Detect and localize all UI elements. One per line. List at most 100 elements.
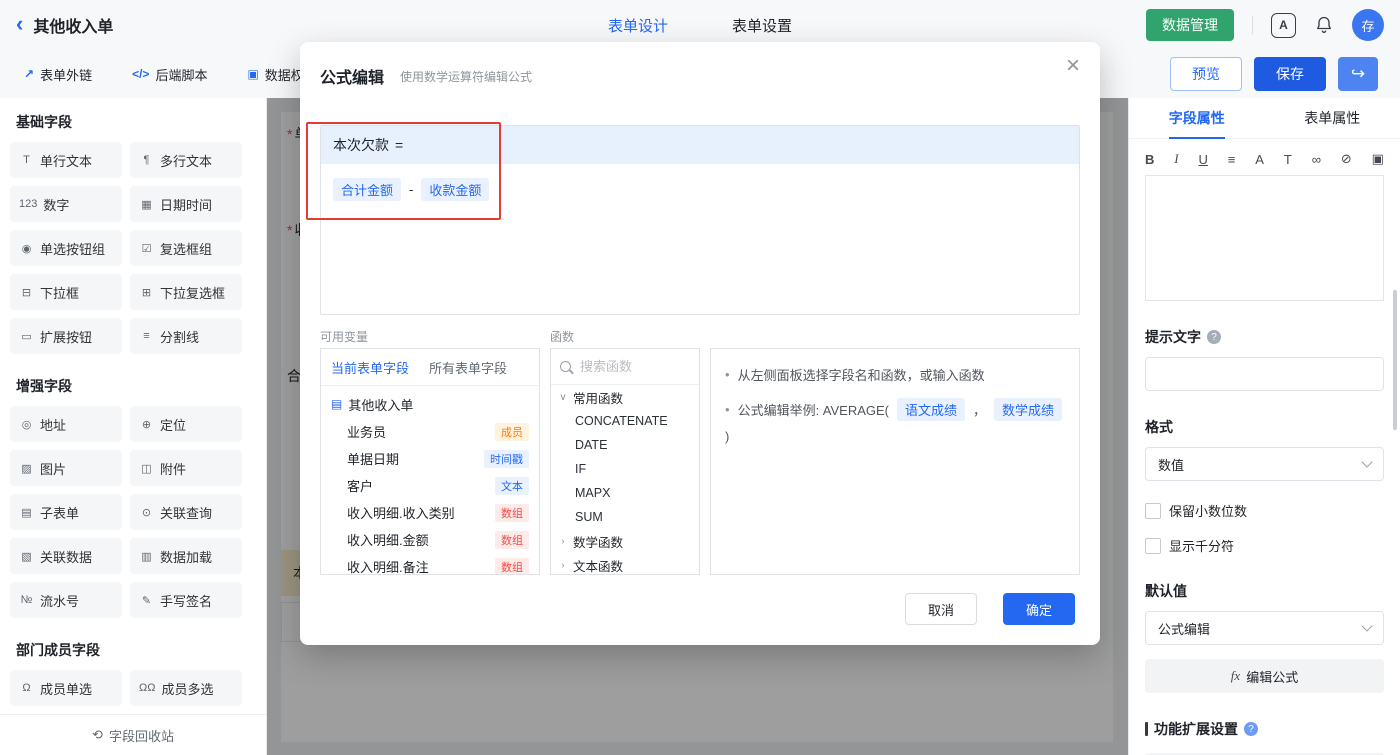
field-item-extend-button[interactable]: ▭ 扩展按钮 xyxy=(10,318,122,354)
variable-name: 业务员 xyxy=(347,425,387,440)
function-search-input[interactable] xyxy=(578,358,682,375)
data-permission-button[interactable]: ▣ 数据权 xyxy=(247,65,303,84)
variable-row[interactable]: 收入明细.收入类别 数组 xyxy=(321,499,539,526)
function-item[interactable]: DATE xyxy=(551,433,699,457)
field-item-relation-query[interactable]: ⊙ 关联查询 xyxy=(130,494,242,530)
field-item-data-load[interactable]: ▥ 数据加载 xyxy=(130,538,242,574)
tab-form-properties[interactable]: 表单属性 xyxy=(1265,98,1400,138)
data-manage-button[interactable]: 数据管理 xyxy=(1146,9,1234,41)
type-tag: 数组 xyxy=(495,503,529,522)
field-item-subform[interactable]: ▤ 子表单 xyxy=(10,494,122,530)
search-icon xyxy=(560,361,571,372)
font-color-icon[interactable]: A xyxy=(1255,152,1264,167)
font-size-icon[interactable]: T xyxy=(1284,152,1292,167)
function-item[interactable]: IF xyxy=(551,457,699,481)
variable-row[interactable]: 客户 文本 xyxy=(321,472,539,499)
richtext-toolbar: B I U ≡ A T ∞ ⊘ ▣ xyxy=(1145,151,1384,167)
field-item-attachment[interactable]: ◫ 附件 xyxy=(130,450,242,486)
field-item-radio-group[interactable]: ◉ 单选按钮组 xyxy=(10,230,122,266)
bold-icon[interactable]: B xyxy=(1145,152,1154,167)
app-root: ‹ 其他收入单 表单设计 表单设置 数据管理 A 存 ↗ 表单外链 </> 后端… xyxy=(0,0,1400,755)
variable-row[interactable]: 业务员 成员 xyxy=(321,418,539,445)
function-item[interactable]: MAPX xyxy=(551,481,699,505)
thousand-checkbox[interactable] xyxy=(1145,537,1161,554)
unlink-icon[interactable]: ⊘ xyxy=(1341,151,1352,167)
tab-form-design[interactable]: 表单设计 xyxy=(608,15,668,36)
field-item-divider[interactable]: ≡ 分割线 xyxy=(130,318,242,354)
tab-all-form-fields[interactable]: 所有表单字段 xyxy=(419,349,517,385)
help-icon[interactable]: ? xyxy=(1207,330,1221,344)
serial-number-icon: № xyxy=(20,594,33,606)
function-item[interactable]: CONCATENATE xyxy=(551,409,699,433)
field-item-checkbox-group[interactable]: ☑ 复选框组 xyxy=(130,230,242,266)
default-value-select[interactable]: 公式编辑 xyxy=(1145,611,1384,645)
function-item[interactable]: SUM xyxy=(551,505,699,529)
variable-row[interactable]: 收入明细.备注 数组 xyxy=(321,553,539,574)
bell-icon[interactable] xyxy=(1314,15,1334,35)
field-label: 分割线 xyxy=(160,329,200,345)
field-palette-sidebar: 基础字段 T 单行文本 ¶ 多行文本 123 数字 ▦ 日期时间 ◉ 单选按钮组 ☑ 复选框… xyxy=(0,98,267,755)
divider xyxy=(1252,16,1253,34)
hint-text-input[interactable] xyxy=(1145,357,1384,391)
external-link-button[interactable]: ↗ 表单外链 xyxy=(24,65,92,84)
field-item-signature[interactable]: ✎ 手写签名 xyxy=(130,582,242,618)
thousand-checkbox-row: 显示千分符 xyxy=(1145,536,1384,555)
field-item-serial-number[interactable]: № 流水号 xyxy=(10,582,122,618)
field-item-dropdown[interactable]: ⊟ 下拉框 xyxy=(10,274,122,310)
field-item-multi-dropdown[interactable]: ⊞ 下拉复选框 xyxy=(130,274,242,310)
tab-form-settings[interactable]: 表单设置 xyxy=(732,15,792,36)
attachment-icon: ◫ xyxy=(141,462,152,475)
function-group-common[interactable]: ∨ 常用函数 xyxy=(551,385,699,409)
panel-scrollbar[interactable] xyxy=(1393,290,1397,430)
variable-row[interactable]: 收入明细.金额 数组 xyxy=(321,526,539,553)
function-group-text[interactable]: › 文本函数 xyxy=(551,553,699,574)
language-icon[interactable]: A xyxy=(1271,12,1296,38)
formula-editor[interactable]: 本次欠款 = 合计金额 - 收款金额 xyxy=(320,125,1080,315)
field-item-image[interactable]: ▨ 图片 xyxy=(10,450,122,486)
field-item-relation-data[interactable]: ▧ 关联数据 xyxy=(10,538,122,574)
decimal-checkbox-label: 保留小数位数 xyxy=(1169,504,1248,519)
variable-name: 客户 xyxy=(347,479,374,494)
field-item-number[interactable]: 123 数字 xyxy=(10,186,122,222)
backend-script-button[interactable]: </> 后端脚本 xyxy=(132,65,207,84)
variables-tree-root[interactable]: ▤ 其他收入单 xyxy=(321,390,539,418)
share-button[interactable]: ↪ xyxy=(1338,57,1378,91)
functions-label: 函数 xyxy=(550,330,575,344)
formula-target: 本次欠款 xyxy=(333,137,389,153)
decimal-checkbox[interactable] xyxy=(1145,502,1161,519)
formula-operator: - xyxy=(409,182,414,197)
tab-field-properties[interactable]: 字段属性 xyxy=(1129,98,1265,138)
tab-current-form-fields[interactable]: 当前表单字段 xyxy=(321,349,419,385)
field-item-member-single[interactable]: Ω 成员单选 xyxy=(10,670,122,706)
help-icon[interactable]: ? xyxy=(1244,722,1258,736)
formula-field-chip[interactable]: 合计金额 xyxy=(333,178,402,201)
link-icon[interactable]: ∞ xyxy=(1312,152,1321,167)
underline-icon[interactable]: U xyxy=(1199,152,1208,167)
function-group-math[interactable]: › 数学函数 xyxy=(551,529,699,553)
field-item-multi-line-text[interactable]: ¶ 多行文本 xyxy=(130,142,242,178)
checkbox-icon: ☑ xyxy=(141,242,152,255)
cancel-button[interactable]: 取消 xyxy=(905,593,977,625)
field-item-address[interactable]: ◎ 地址 xyxy=(10,406,122,442)
preview-button[interactable]: 预览 xyxy=(1170,57,1242,91)
format-select[interactable]: 数值 xyxy=(1145,447,1384,481)
field-recycle-bin[interactable]: ⟲ 字段回收站 xyxy=(0,714,266,755)
field-item-single-line-text[interactable]: T 单行文本 xyxy=(10,142,122,178)
field-item-location[interactable]: ⊕ 定位 xyxy=(130,406,242,442)
confirm-button[interactable]: 确定 xyxy=(1003,593,1075,625)
back-icon[interactable]: ‹ xyxy=(16,12,23,35)
align-icon[interactable]: ≡ xyxy=(1228,152,1236,167)
field-title-editor[interactable] xyxy=(1145,175,1384,301)
field-label: 成员单选 xyxy=(40,681,93,697)
formula-field-chip[interactable]: 收款金额 xyxy=(421,178,490,201)
edit-formula-button[interactable]: fx 编辑公式 xyxy=(1145,659,1384,693)
field-item-datetime[interactable]: ▦ 日期时间 xyxy=(130,186,242,222)
avatar[interactable]: 存 xyxy=(1352,9,1384,41)
save-button[interactable]: 保存 xyxy=(1254,57,1326,91)
field-item-member-multi[interactable]: ΩΩ 成员多选 xyxy=(130,670,242,706)
fx-icon: fx xyxy=(1230,668,1241,683)
italic-icon[interactable]: I xyxy=(1174,151,1178,167)
close-icon[interactable]: × xyxy=(1066,54,1080,78)
variable-row[interactable]: 单据日期 时间戳 xyxy=(321,445,539,472)
insert-image-icon[interactable]: ▣ xyxy=(1372,151,1384,167)
